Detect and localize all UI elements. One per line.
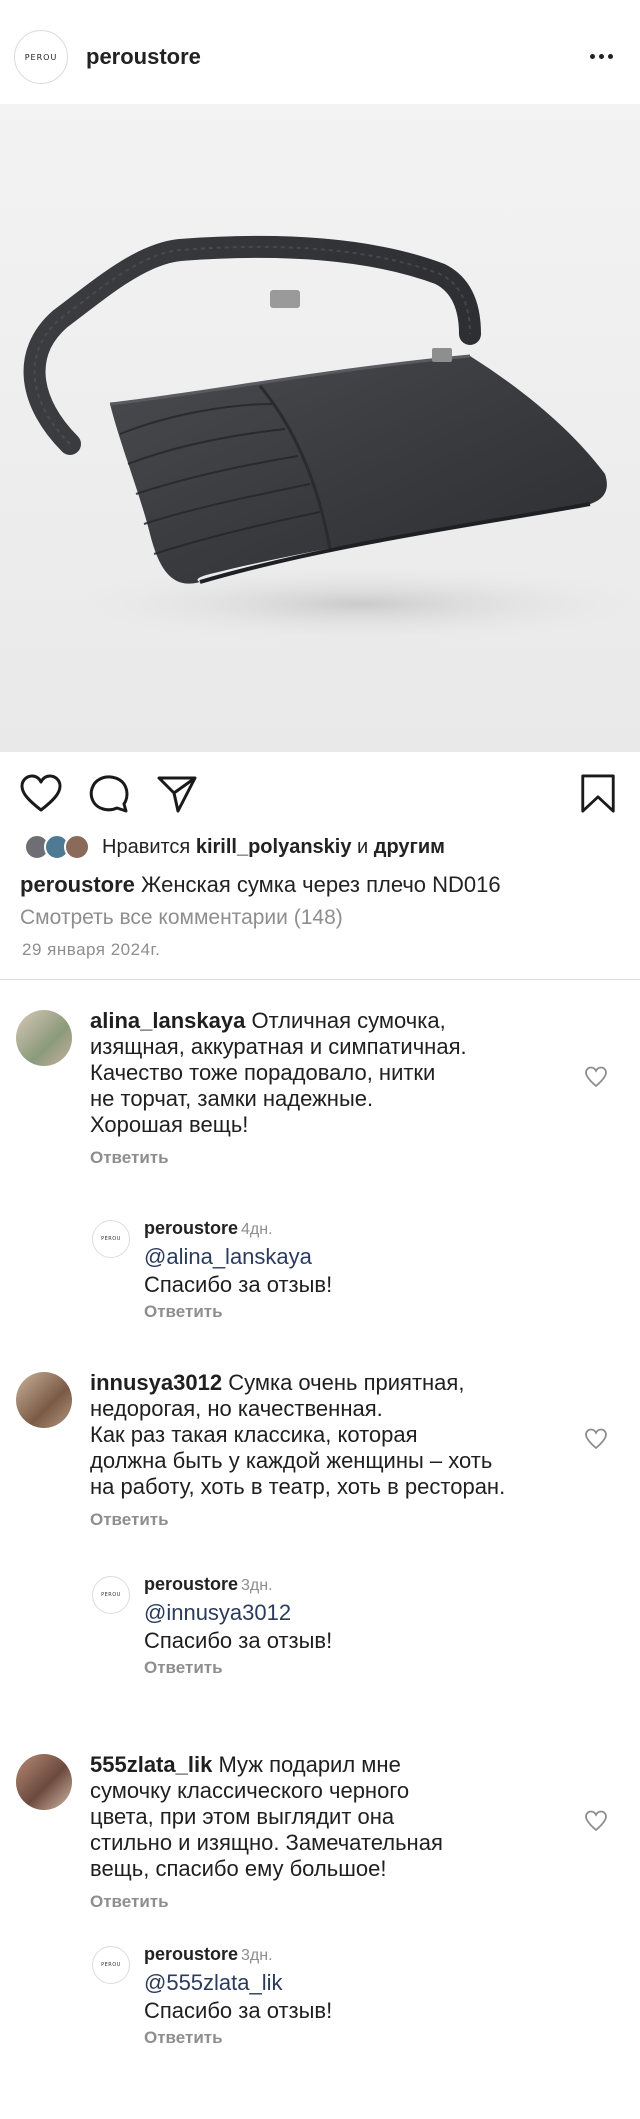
reply-button[interactable]: Ответить <box>144 1302 223 1322</box>
reply-username[interactable]: peroustore <box>144 1218 238 1238</box>
reply-time: 3дн. <box>241 1947 273 1964</box>
comment-like-heart-icon[interactable] <box>584 1066 608 1088</box>
reply-mention[interactable]: @innusya3012 <box>144 1600 291 1626</box>
reply-text: Спасибо за отзыв! <box>144 1998 333 2023</box>
handbag-illustration <box>23 235 640 644</box>
reply-header: peroustore 4дн. <box>144 1218 273 1239</box>
reply-header: peroustore 3дн. <box>144 1944 273 1965</box>
reply-username[interactable]: peroustore <box>144 1574 238 1594</box>
reply-avatar-logo: PEROU <box>101 1592 121 1598</box>
view-all-comments-link[interactable]: Смотреть все комментарии (148) <box>20 906 343 930</box>
commenter-avatar[interactable] <box>16 1372 72 1428</box>
comment-item: innusya3012 Сумка очень приятная, недоро… <box>0 1370 640 1529</box>
reply-button[interactable]: Ответить <box>144 2028 223 2048</box>
reply-button[interactable]: Ответить <box>90 1148 169 1168</box>
caption-username[interactable]: peroustore <box>20 872 135 897</box>
more-options-icon[interactable] <box>590 54 613 59</box>
comment-item: 555zlata_lik Муж подарил мне сумочку кла… <box>0 1752 640 1911</box>
reply-text: Спасибо за отзыв! <box>144 1272 333 1297</box>
reply-button[interactable]: Ответить <box>90 1892 169 1912</box>
reply-item: PEROU peroustore 3дн. @555zlata_lik Спаси… <box>0 1944 640 2054</box>
reply-button[interactable]: Ответить <box>144 1658 223 1678</box>
reply-avatar[interactable]: PEROU <box>92 1946 130 1984</box>
reply-time: 4дн. <box>241 1221 273 1238</box>
comment-text: 555zlata_lik Муж подарил мне сумочку кла… <box>90 1752 443 1881</box>
divider <box>0 979 640 980</box>
reply-avatar[interactable]: PEROU <box>92 1220 130 1258</box>
logo-text: PEROU <box>24 52 58 62</box>
reply-text: Спасибо за отзыв! <box>144 1628 333 1653</box>
comment-text: innusya3012 Сумка очень приятная, недоро… <box>90 1370 506 1499</box>
like-heart-icon[interactable] <box>20 774 62 814</box>
likes-prefix: Нравится <box>102 835 191 858</box>
reply-mention[interactable]: @alina_lanskaya <box>144 1244 312 1270</box>
reply-item: PEROU peroustore 3дн. @innusya3012 Спасиб… <box>0 1574 640 1684</box>
comment-text: alina_lanskaya Отличная сумочка, изящная… <box>90 1008 467 1137</box>
commenter-avatar[interactable] <box>16 1754 72 1810</box>
comment-like-heart-icon[interactable] <box>584 1428 608 1450</box>
post-image <box>0 104 640 752</box>
profile-username[interactable]: peroustore <box>86 44 201 70</box>
reply-mention[interactable]: @555zlata_lik <box>144 1970 283 1996</box>
post-caption: peroustore Женская сумка через плечо ND0… <box>20 872 501 898</box>
likes-others[interactable]: другим <box>374 836 445 858</box>
likes-summary[interactable]: Нравится kirill_polyanskiy и другим <box>24 832 445 862</box>
reply-header: peroustore 3дн. <box>144 1574 273 1595</box>
post-date: 29 января 2024г. <box>22 940 161 959</box>
bookmark-icon[interactable] <box>578 774 618 814</box>
commenter-avatar[interactable] <box>16 1010 72 1066</box>
comment-like-heart-icon[interactable] <box>584 1810 608 1832</box>
commenter-username[interactable]: innusya3012 <box>90 1370 222 1395</box>
reply-avatar-logo: PEROU <box>101 1962 121 1968</box>
likes-connector: и <box>357 835 369 858</box>
reply-time: 3дн. <box>241 1577 273 1594</box>
liker-avatars <box>24 834 96 860</box>
comment-item: alina_lanskaya Отличная сумочка, изящная… <box>0 1008 640 1167</box>
comment-icon[interactable] <box>88 774 130 814</box>
liker-avatar <box>64 834 90 860</box>
commenter-username[interactable]: alina_lanskaya <box>90 1008 245 1033</box>
reply-item: PEROU peroustore 4дн. @alina_lanskaya Спа… <box>0 1218 640 1328</box>
share-send-icon[interactable] <box>156 774 198 814</box>
commenter-username[interactable]: 555zlata_lik <box>90 1752 212 1777</box>
liker-username[interactable]: kirill_polyanskiy <box>196 836 352 858</box>
likes-text: Нравится kirill_polyanskiy и другим <box>102 836 445 859</box>
reply-avatar[interactable]: PEROU <box>92 1576 130 1614</box>
profile-avatar[interactable]: PEROU <box>14 30 68 84</box>
reply-button[interactable]: Ответить <box>90 1510 169 1530</box>
post-header: PEROU peroustore <box>0 0 640 104</box>
reply-avatar-logo: PEROU <box>101 1236 121 1242</box>
caption-text: Женская сумка через плечо ND016 <box>141 872 501 897</box>
post-actions-bar <box>0 752 640 830</box>
reply-username[interactable]: peroustore <box>144 1944 238 1964</box>
